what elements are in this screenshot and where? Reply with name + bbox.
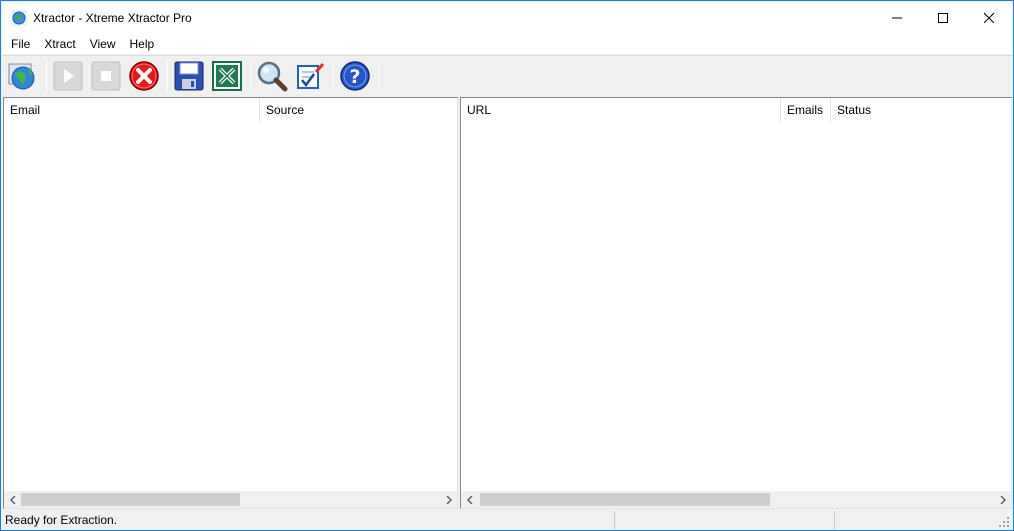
excel-export-icon [212,60,242,91]
scroll-thumb[interactable] [480,493,770,506]
chevron-left-icon [466,495,473,504]
menu-bar: File Xtract View Help [2,34,1012,54]
new-extraction-button[interactable] [5,58,41,94]
scroll-thumb[interactable] [21,493,240,506]
maximize-button[interactable] [920,2,966,34]
close-icon [984,13,994,23]
start-button[interactable] [50,58,86,94]
menu-xtract[interactable]: Xtract [37,34,82,54]
column-header-emails[interactable]: Emails [781,98,831,122]
toolbar: ? [2,55,1012,95]
window-controls [874,2,1012,34]
close-button[interactable] [966,2,1012,34]
toolbar-separator [167,59,168,92]
scroll-track[interactable] [478,491,994,508]
scroll-right-button[interactable] [440,491,457,508]
status-text: Ready for Extraction. [2,511,615,529]
status-bar: Ready for Extraction. [2,510,1012,530]
checklist-icon [297,62,325,89]
menu-view[interactable]: View [83,34,123,54]
chevron-right-icon [445,495,452,504]
options-button[interactable] [292,58,328,94]
play-icon [53,61,83,90]
status-panel-2 [615,511,835,529]
toolbar-separator [250,59,251,92]
email-list-horizontal-scrollbar[interactable] [4,491,457,508]
maximize-icon [938,13,948,23]
app-globe-icon [11,10,27,26]
url-list-header: URL Emails Status [461,98,1011,122]
menu-file[interactable]: File [4,34,37,54]
scroll-right-button[interactable] [994,491,1011,508]
svg-text:?: ? [349,66,360,88]
cancel-icon [129,60,159,91]
globe-search-icon [8,63,35,89]
resize-grip-icon[interactable] [998,516,1010,528]
scroll-track[interactable] [21,491,440,508]
save-icon [174,61,204,90]
save-button[interactable] [171,58,207,94]
toolbar-separator [378,59,379,92]
chevron-right-icon [999,495,1006,504]
search-button[interactable] [254,58,290,94]
help-button[interactable]: ? [337,58,373,94]
stop-button[interactable] [88,58,124,94]
cancel-button[interactable] [126,58,162,94]
column-header-email[interactable]: Email [4,98,260,122]
window-title: Xtractor - Xtreme Xtractor Pro [33,11,192,25]
menu-help[interactable]: Help [122,34,161,54]
email-list-header: Email Source [4,98,457,122]
minimize-button[interactable] [874,2,920,34]
email-list[interactable]: Email Source [3,97,458,509]
export-excel-button[interactable] [209,58,245,94]
help-icon: ? [340,60,370,91]
status-panel-3 [835,511,1000,529]
url-list[interactable]: URL Emails Status [460,97,1012,509]
scroll-left-button[interactable] [4,491,21,508]
title-bar[interactable]: Xtractor - Xtreme Xtractor Pro [2,2,1012,34]
toolbar-separator [333,59,334,92]
magnifier-icon [257,61,288,91]
minimize-icon [892,17,902,19]
column-header-url[interactable]: URL [461,98,781,122]
column-header-source[interactable]: Source [260,98,457,122]
toolbar-separator [46,59,47,92]
url-list-horizontal-scrollbar[interactable] [461,491,1011,508]
main-window: Xtractor - Xtreme Xtractor Pro File Xtra… [0,0,1014,531]
chevron-left-icon [9,495,16,504]
stop-icon [91,61,121,90]
scroll-left-button[interactable] [461,491,478,508]
column-header-status[interactable]: Status [831,98,1011,122]
